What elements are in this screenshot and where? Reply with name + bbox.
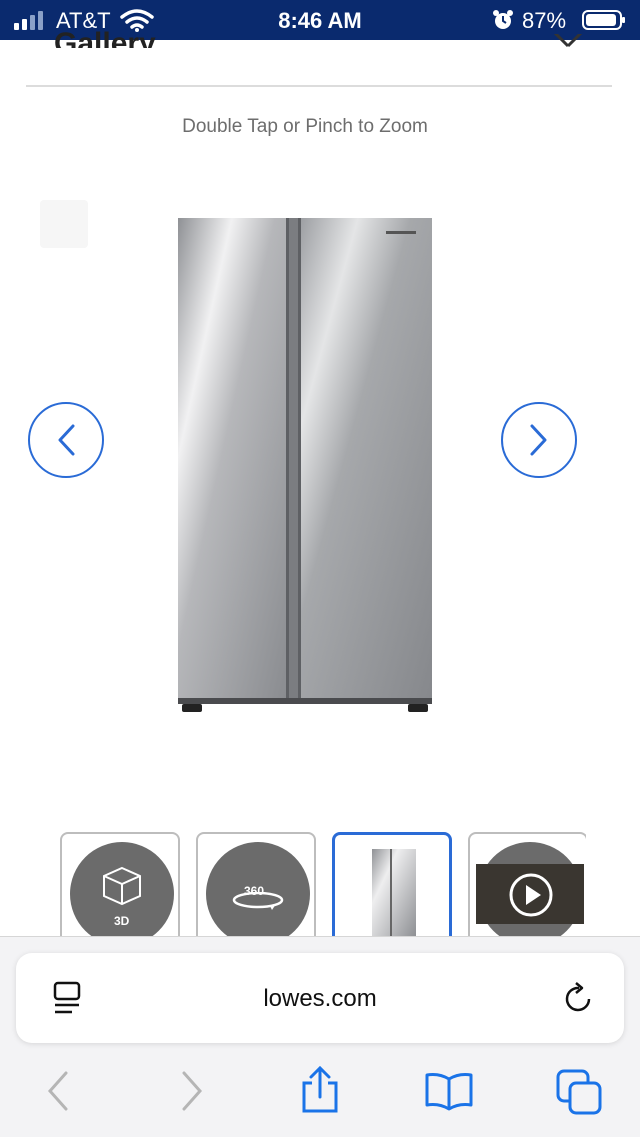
thumbnail-label-3d: 3D bbox=[114, 914, 130, 928]
bookmarks-icon[interactable] bbox=[424, 1071, 474, 1111]
close-icon[interactable] bbox=[552, 34, 582, 48]
product-image[interactable] bbox=[176, 214, 434, 714]
thumbnail-360[interactable]: 360 bbox=[196, 832, 316, 936]
url-text: lowes.com bbox=[263, 985, 377, 1012]
battery-icon bbox=[582, 10, 625, 30]
play-video-icon bbox=[509, 873, 553, 917]
battery-percent: 87% bbox=[522, 8, 567, 33]
zoom-hint: Double Tap or Pinch to Zoom bbox=[182, 116, 428, 137]
refrigerator-thumbnail bbox=[372, 849, 416, 936]
alarm-icon bbox=[493, 10, 513, 29]
next-image-button[interactable] bbox=[501, 402, 577, 478]
rotate-360-icon bbox=[232, 892, 284, 910]
previous-image-button[interactable] bbox=[28, 402, 104, 478]
share-icon[interactable] bbox=[300, 1065, 340, 1115]
address-bar[interactable]: lowes.com bbox=[16, 953, 624, 1043]
forward-icon[interactable] bbox=[178, 1071, 206, 1111]
back-icon[interactable] bbox=[44, 1071, 72, 1111]
image-placeholder bbox=[40, 200, 88, 248]
thumbnail-strip: 3D 360 bbox=[60, 832, 586, 936]
thumbnail-3d[interactable]: 3D bbox=[60, 832, 180, 936]
page-title: Gallery bbox=[54, 27, 156, 48]
thumbnail-video[interactable] bbox=[468, 832, 586, 936]
reload-icon[interactable] bbox=[562, 981, 596, 1017]
header-divider bbox=[26, 85, 612, 87]
chevron-left-icon bbox=[58, 424, 75, 456]
tabs-icon[interactable] bbox=[556, 1069, 604, 1115]
browser-toolbar: lowes.com bbox=[0, 936, 640, 1137]
thumbnail-product-image[interactable] bbox=[332, 832, 452, 936]
chevron-right-icon bbox=[530, 424, 547, 456]
cube-3d-icon bbox=[103, 866, 141, 906]
